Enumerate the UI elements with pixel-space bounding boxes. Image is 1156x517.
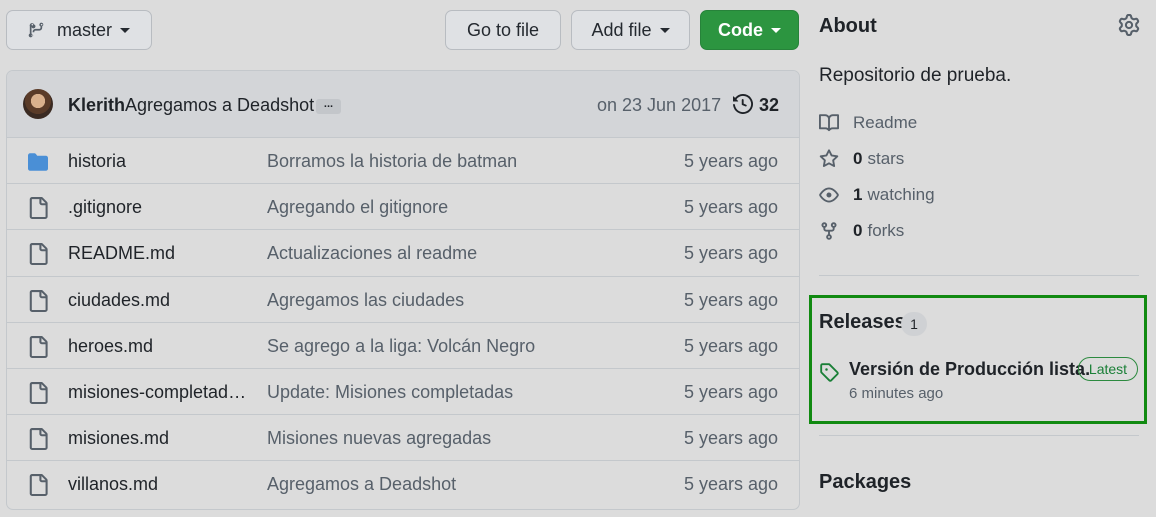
- file-commit-age: 5 years ago: [683, 243, 778, 264]
- stars-label: stars: [867, 149, 905, 168]
- file-commit-message[interactable]: Misiones nuevas agregadas: [267, 428, 491, 449]
- file-name-link[interactable]: heroes.md: [68, 336, 253, 357]
- file-row[interactable]: villanos.md Agregamos a Deadshot 5 years a…: [7, 461, 799, 507]
- file-name-link[interactable]: misiones.md: [68, 428, 253, 449]
- file-name-link[interactable]: misiones-completada...: [68, 382, 253, 403]
- gear-icon[interactable]: [1118, 14, 1140, 36]
- file-commit-message[interactable]: Actualizaciones al readme: [267, 243, 477, 264]
- file-row[interactable]: historia Borramos la historia de batman 5 …: [7, 138, 799, 185]
- file-row[interactable]: README.md Actualizaciones al readme 5 year…: [7, 230, 799, 277]
- watching-label: watching: [867, 185, 935, 204]
- file-icon: [27, 474, 49, 501]
- file-browser: Klerith Agregamos a Deadshot ... on 23 J…: [6, 70, 800, 510]
- chevron-down-icon: [120, 27, 131, 33]
- commit-author[interactable]: Klerith: [68, 95, 125, 116]
- chevron-down-icon: [771, 27, 781, 33]
- file-row[interactable]: heroes.md Se agrego a la liga: Volcán Neg…: [7, 323, 799, 369]
- file-commit-message[interactable]: Agregamos las ciudades: [267, 290, 464, 311]
- forks-label: forks: [867, 221, 905, 240]
- divider: [819, 275, 1139, 276]
- file-row[interactable]: misiones.md Misiones nuevas agregadas 5 ye…: [7, 415, 799, 462]
- branch-name: master: [57, 19, 113, 40]
- file-commit-age: 5 years ago: [683, 428, 778, 449]
- add-file-button[interactable]: Add file: [571, 10, 690, 50]
- fork-icon: [821, 222, 837, 240]
- file-commit-message[interactable]: Agregamos a Deadshot: [267, 474, 456, 495]
- file-row[interactable]: .gitignore Agregando el gitignore 5 years …: [7, 184, 799, 231]
- file-commit-age: 5 years ago: [683, 474, 778, 495]
- file-icon: [27, 197, 49, 224]
- file-commit-age: 5 years ago: [683, 197, 778, 218]
- releases-heading[interactable]: Releases: [819, 311, 906, 334]
- file-name-link[interactable]: villanos.md: [68, 474, 253, 495]
- file-icon: [27, 335, 49, 363]
- go-to-file-button[interactable]: Go to file: [445, 10, 561, 50]
- code-button[interactable]: Code: [700, 10, 799, 50]
- commit-expand-button[interactable]: ...: [316, 99, 341, 114]
- repo-description: Repositorio de prueba.: [819, 65, 1012, 86]
- file-row[interactable]: misiones-completada... Update: Misiones c…: [7, 369, 799, 416]
- file-icon: [27, 428, 49, 455]
- tag-icon: [820, 363, 839, 382]
- file-icon: [27, 289, 49, 317]
- file-commit-age: 5 years ago: [683, 335, 778, 356]
- file-commit-message[interactable]: Agregando el gitignore: [267, 197, 448, 218]
- branch-select-button[interactable]: master: [6, 10, 152, 50]
- watching-count: 1: [853, 185, 863, 204]
- release-name-link[interactable]: Versión de Producción lista.: [849, 359, 1090, 380]
- file-commit-age: 5 years ago: [683, 289, 778, 310]
- eye-icon: [819, 187, 839, 203]
- folder-icon: [27, 152, 49, 177]
- file-commit-message[interactable]: Update: Misiones completadas: [267, 382, 513, 403]
- forks-link[interactable]: 0 forks: [819, 221, 904, 241]
- readme-label: Readme: [853, 113, 918, 132]
- commit-date[interactable]: on 23 Jun 2017: [597, 95, 721, 116]
- releases-count-badge: 1: [901, 312, 927, 336]
- star-icon: [819, 149, 839, 168]
- chevron-down-icon: [659, 27, 670, 33]
- go-to-file-label: Go to file: [466, 19, 540, 40]
- about-heading: About: [819, 15, 877, 37]
- file-commit-message[interactable]: Borramos la historia de batman: [267, 151, 517, 172]
- latest-commit-bar: Klerith Agregamos a Deadshot ... on 23 J…: [7, 71, 799, 138]
- file-name-link[interactable]: README.md: [68, 243, 253, 264]
- release-time: 6 minutes ago: [849, 385, 944, 402]
- file-commit-age: 5 years ago: [683, 151, 778, 171]
- history-icon[interactable]: [733, 94, 753, 114]
- latest-badge: Latest: [1078, 357, 1138, 381]
- commit-count[interactable]: 32: [759, 95, 779, 116]
- file-commit-message[interactable]: Se agrego a la liga: Volcán Negro: [267, 336, 535, 357]
- forks-count: 0: [853, 221, 863, 240]
- stars-count: 0: [853, 149, 863, 168]
- git-branch-icon: [28, 22, 44, 38]
- stars-link[interactable]: 0 stars: [819, 149, 904, 169]
- file-name-link[interactable]: .gitignore: [68, 197, 253, 218]
- readme-link[interactable]: Readme: [819, 113, 917, 133]
- packages-heading[interactable]: Packages: [819, 471, 911, 494]
- file-icon: [27, 243, 49, 270]
- divider: [819, 435, 1139, 436]
- commit-message[interactable]: Agregamos a Deadshot: [125, 95, 314, 116]
- code-label: Code: [718, 19, 763, 40]
- add-file-label: Add file: [591, 19, 652, 40]
- file-commit-age: 5 years ago: [683, 381, 778, 402]
- book-icon: [819, 114, 839, 132]
- file-name-link[interactable]: ciudades.md: [68, 290, 253, 311]
- watching-link[interactable]: 1 watching: [819, 185, 935, 205]
- file-name-link[interactable]: historia: [68, 151, 253, 172]
- file-row[interactable]: ciudades.md Agregamos las ciudades 5 years…: [7, 277, 799, 323]
- file-icon: [27, 381, 49, 409]
- avatar[interactable]: [23, 89, 53, 119]
